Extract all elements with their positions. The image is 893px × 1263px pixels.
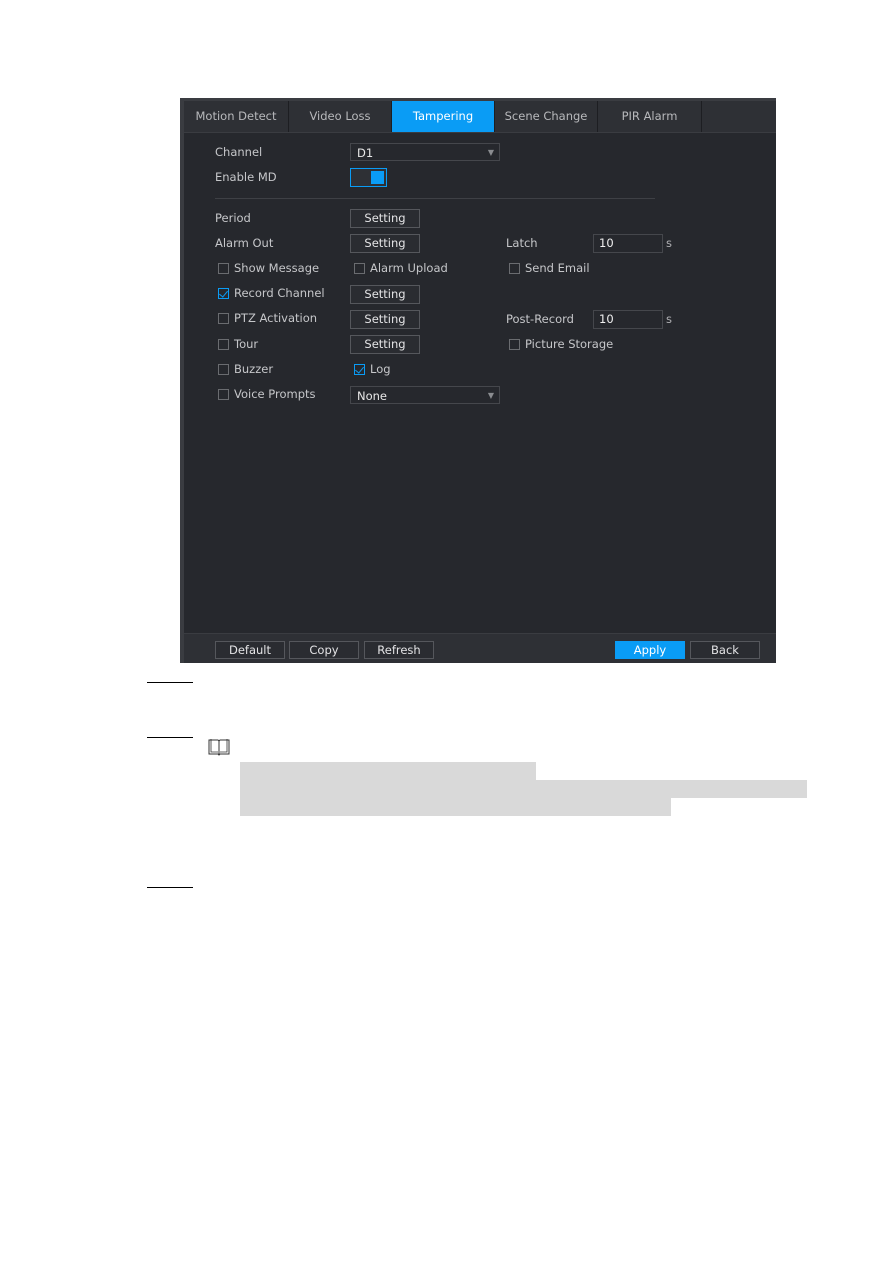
alarm-out-setting-button[interactable]: Setting [350, 234, 420, 253]
tour-checkbox[interactable]: Tour [218, 336, 258, 352]
back-button[interactable]: Back [690, 641, 760, 659]
tab-motion-detect[interactable]: Motion Detect [184, 101, 289, 132]
channel-label: Channel [215, 145, 263, 159]
voice-prompts-value: None [357, 389, 388, 403]
checkbox-icon [509, 338, 520, 350]
latch-label: Latch [506, 236, 538, 250]
checkbox-icon [218, 388, 229, 400]
post-record-unit: s [666, 312, 672, 326]
refresh-button[interactable]: Refresh [364, 641, 434, 659]
voice-prompts-checkbox[interactable]: Voice Prompts [218, 386, 316, 402]
checkmark-icon [354, 363, 365, 375]
dropdown-arrow-icon: ▼ [487, 148, 494, 157]
step-marker [147, 682, 193, 683]
latch-input[interactable]: 10 [593, 234, 663, 253]
post-record-label: Post-Record [506, 312, 574, 326]
note-highlight-line [240, 762, 536, 780]
alarm-upload-checkbox[interactable]: Alarm Upload [354, 260, 448, 276]
dropdown-arrow-icon: ▼ [487, 391, 494, 400]
checkbox-icon [218, 312, 229, 324]
period-label: Period [215, 211, 251, 225]
ptz-setting-button[interactable]: Setting [350, 310, 420, 329]
record-channel-checkbox[interactable]: Record Channel [218, 285, 325, 301]
enable-md-toggle[interactable] [350, 168, 387, 187]
ptz-activation-label: PTZ Activation [234, 311, 318, 325]
step-marker [147, 887, 193, 888]
enable-md-label: Enable MD [215, 170, 277, 184]
alarm-upload-label: Alarm Upload [370, 261, 448, 275]
voice-prompts-label: Voice Prompts [234, 387, 316, 401]
send-email-checkbox[interactable]: Send Email [509, 260, 590, 276]
ptz-activation-checkbox[interactable]: PTZ Activation [218, 310, 317, 326]
record-channel-setting-button[interactable]: Setting [350, 285, 420, 304]
show-message-label: Show Message [234, 261, 320, 275]
period-setting-button[interactable]: Setting [350, 209, 420, 228]
checkmark-icon [218, 287, 229, 299]
picture-storage-label: Picture Storage [525, 337, 614, 351]
bottom-toolbar: Default Copy Refresh Apply Back [184, 633, 776, 663]
book-icon [208, 739, 230, 756]
tour-setting-button[interactable]: Setting [350, 335, 420, 354]
show-message-checkbox[interactable]: Show Message [218, 260, 319, 276]
log-label: Log [370, 362, 391, 376]
checkbox-icon [218, 262, 229, 274]
tab-tampering[interactable]: Tampering [392, 101, 495, 132]
note-highlight-line [240, 780, 807, 798]
copy-button[interactable]: Copy [289, 641, 359, 659]
tab-pir-alarm[interactable]: PIR Alarm [598, 101, 702, 132]
latch-unit: s [666, 236, 672, 250]
record-channel-label: Record Channel [234, 286, 325, 300]
channel-select[interactable]: D1 ▼ [350, 143, 500, 161]
tab-scene-change[interactable]: Scene Change [495, 101, 598, 132]
checkbox-icon [354, 262, 365, 274]
apply-button[interactable]: Apply [615, 641, 685, 659]
tab-video-loss[interactable]: Video Loss [289, 101, 392, 132]
toggle-knob [371, 171, 384, 184]
buzzer-checkbox[interactable]: Buzzer [218, 361, 273, 377]
step-marker [147, 737, 193, 738]
alarm-out-label: Alarm Out [215, 236, 274, 250]
log-checkbox[interactable]: Log [354, 361, 391, 377]
post-record-input[interactable]: 10 [593, 310, 663, 329]
default-button[interactable]: Default [215, 641, 285, 659]
voice-prompts-select[interactable]: None ▼ [350, 386, 500, 404]
send-email-label: Send Email [525, 261, 590, 275]
channel-value: D1 [357, 146, 374, 160]
tour-label: Tour [234, 337, 259, 351]
checkbox-icon [218, 338, 229, 350]
tampering-settings-window: Motion Detect Video Loss Tampering Scene… [180, 98, 776, 663]
tab-bar: Motion Detect Video Loss Tampering Scene… [184, 101, 776, 133]
divider [215, 198, 655, 199]
checkbox-icon [509, 262, 520, 274]
left-border [180, 98, 184, 663]
buzzer-label: Buzzer [234, 362, 274, 376]
checkbox-icon [218, 363, 229, 375]
picture-storage-checkbox[interactable]: Picture Storage [509, 336, 613, 352]
note-highlight-line [240, 798, 671, 816]
